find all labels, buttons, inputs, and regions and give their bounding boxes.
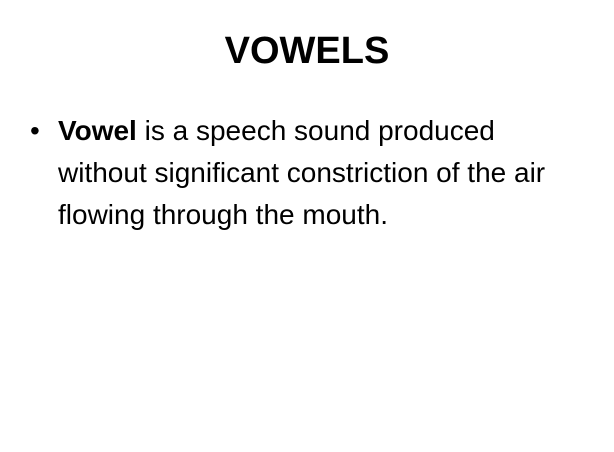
bullet-item: • Vowel is a speech sound produced witho…	[30, 110, 590, 236]
bullet-list: • Vowel is a speech sound produced witho…	[30, 110, 590, 236]
slide: VOWELS • Vowel is a speech sound produce…	[0, 0, 614, 452]
bullet-term: Vowel	[58, 115, 137, 146]
bullet-marker: •	[30, 115, 40, 146]
slide-title: VOWELS	[224, 30, 390, 72]
